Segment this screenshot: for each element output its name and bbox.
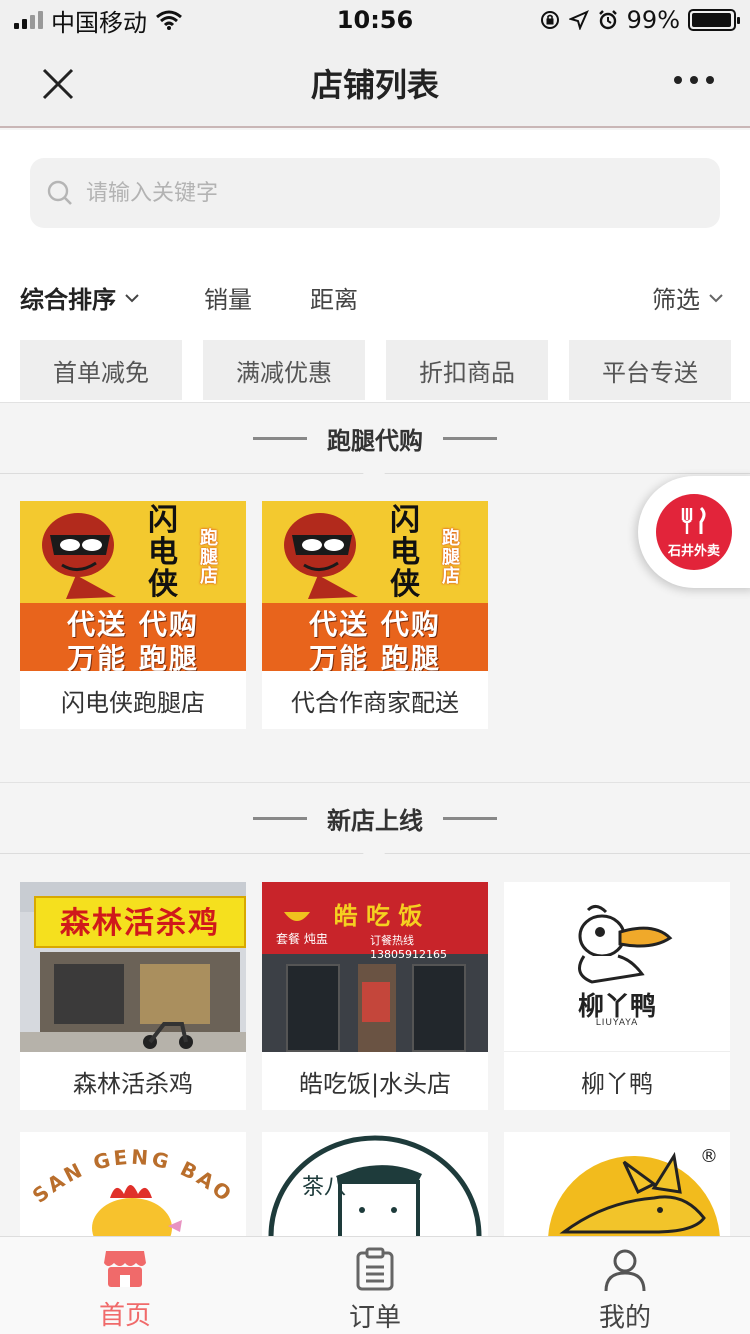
fork-knife-icon (681, 506, 706, 534)
sort-default-label: 综合排序 (20, 286, 116, 314)
section-header-errand: 跑腿代购 (0, 402, 750, 485)
shop-sign: 森林活杀鸡 (60, 906, 220, 941)
section-title-new: 新店上线 (327, 806, 423, 835)
tag-full-reduction[interactable]: 满减优惠 (203, 340, 365, 400)
section-errand-body: 闪 电 侠 跑腿店 代送 代购 万能 跑腿 闪电侠跑腿店 闪 电 侠 跑腿店 代… (0, 474, 750, 782)
tab-orders-label: 订单 (348, 1303, 401, 1333)
shop-card[interactable]: 皓 吃 饭 套餐 炖盅 订餐热线 13805912165 皓吃饭|水头店 (262, 882, 488, 1110)
status-right: 99% (539, 6, 740, 34)
sort-distance-label: 距离 (310, 286, 358, 314)
battery-percent: 99% (626, 6, 680, 34)
shop-sign: 皓 吃 饭 (333, 902, 423, 930)
tag-platform-delivery[interactable]: 平台专送 (569, 340, 731, 400)
shop-image: 森林活杀鸡 (20, 882, 246, 1052)
shop-card[interactable]: 茶八 (262, 1132, 488, 1236)
shop-image: ® (504, 1132, 730, 1236)
superhero-mascot-icon (284, 505, 358, 599)
shop-card[interactable]: SAN GENG BAO (20, 1132, 246, 1236)
section-header-new: 新店上线 (0, 782, 750, 865)
sort-sales-label: 销量 (204, 286, 252, 314)
shop-icon (104, 1251, 146, 1287)
tab-orders[interactable]: 订单 (250, 1237, 500, 1334)
filter-button[interactable]: 筛选 (652, 280, 724, 315)
tab-mine[interactable]: 我的 (500, 1237, 750, 1334)
sort-row: 综合排序 销量 距离 筛选 (0, 270, 750, 322)
orientation-lock-icon (540, 11, 559, 29)
donkey-logo: ® (548, 1146, 720, 1236)
shop-card[interactable]: 闪 电 侠 跑腿店 代送 代购 万能 跑腿 闪电侠跑腿店 (20, 501, 246, 729)
sort-default[interactable]: 综合排序 (20, 280, 140, 315)
shop-card[interactable]: 闪 电 侠 跑腿店 代送 代购 万能 跑腿 代合作商家配送 (262, 501, 488, 729)
brand-logo-text: 石井外卖 (667, 543, 720, 559)
float-badge[interactable]: 石井外卖 (638, 476, 750, 588)
shop-image: SAN GENG BAO (20, 1132, 246, 1236)
order-icon (356, 1247, 394, 1291)
location-icon (568, 10, 589, 30)
chevron-down-icon (709, 293, 723, 302)
tab-home-label: 首页 (98, 1301, 151, 1331)
scooter-icon (143, 1022, 193, 1049)
status-bar: 中国移动 10:56 99% (0, 0, 750, 40)
shop-card[interactable]: 森林活杀鸡 森林活杀鸡 (20, 882, 246, 1110)
wifi-icon (156, 10, 182, 30)
page-title: 店铺列表 (310, 66, 439, 104)
more-icon[interactable] (674, 76, 714, 84)
filter-label: 筛选 (652, 286, 700, 314)
bowl-icon (284, 912, 310, 921)
shop-image: 闪 电 侠 跑腿店 代送 代购 万能 跑腿 (20, 501, 246, 671)
sort-distance[interactable]: 距离 (310, 280, 358, 315)
shop-image: 闪 电 侠 跑腿店 代送 代购 万能 跑腿 (262, 501, 488, 671)
section-title-errand: 跑腿代购 (327, 426, 423, 455)
sort-sales[interactable]: 销量 (204, 280, 252, 315)
battery-icon (688, 9, 740, 31)
svg-text:茶八: 茶八 (302, 1175, 346, 1200)
tab-mine-label: 我的 (598, 1303, 651, 1333)
shop-name: 柳丫鸭 (581, 1069, 653, 1098)
superhero-mascot-icon (42, 505, 116, 599)
section-new-body: 森林活杀鸡 森林活杀鸡 皓 吃 饭 套餐 炖盅 订餐热线 13805912165… (0, 854, 750, 1236)
tea-logo: 茶八 (268, 1135, 482, 1236)
brand-logo: 石井外卖 (656, 494, 732, 570)
shop-card[interactable]: ® (504, 1132, 730, 1236)
alarm-icon (598, 10, 617, 30)
shop-name: 代合作商家配送 (291, 688, 459, 717)
shop-name: 皓吃饭|水头店 (298, 1069, 452, 1098)
top-panel: 综合排序 销量 距离 筛选 首单减免 满减优惠 折扣商品 平台专送 (0, 130, 750, 402)
close-icon[interactable] (38, 64, 78, 104)
logo-subtext: LIUYAYA (595, 1018, 639, 1028)
tab-home[interactable]: 首页 (0, 1237, 250, 1334)
tag-first-order[interactable]: 首单减免 (20, 340, 182, 400)
shop-name: 森林活杀鸡 (73, 1069, 193, 1098)
nav-bar: 店铺列表 (0, 40, 750, 128)
svg-text:®: ® (700, 1146, 718, 1167)
tab-bar: 首页 订单 我的 (0, 1236, 750, 1334)
shop-sign-phone: 订餐热线 13805912165 (370, 934, 447, 961)
shop-sign-sub: 套餐 炖盅 (276, 932, 328, 946)
shop-image: 皓 吃 饭 套餐 炖盅 订餐热线 13805912165 (262, 882, 488, 1052)
shop-card[interactable]: 柳丫鸭 LIUYAYA 柳丫鸭 (504, 882, 730, 1110)
sangengbao-logo: SAN GENG BAO (28, 1145, 235, 1236)
tag-discount[interactable]: 折扣商品 (386, 340, 548, 400)
user-icon (604, 1249, 646, 1291)
shop-image: 茶八 (262, 1132, 488, 1236)
tag-row: 首单减免 满减优惠 折扣商品 平台专送 (20, 340, 731, 400)
search-icon (47, 180, 72, 205)
signal-icon (14, 11, 43, 29)
shop-name: 闪电侠跑腿店 (61, 688, 205, 717)
shop-image: 柳丫鸭 LIUYAYA (504, 882, 730, 1052)
search-box[interactable] (30, 158, 720, 228)
carrier-label: 中国移动 (51, 8, 147, 37)
status-left: 中国移动 (14, 3, 183, 38)
duck-logo-icon (578, 905, 673, 984)
chevron-down-icon (125, 293, 139, 302)
search-input[interactable] (86, 180, 646, 206)
